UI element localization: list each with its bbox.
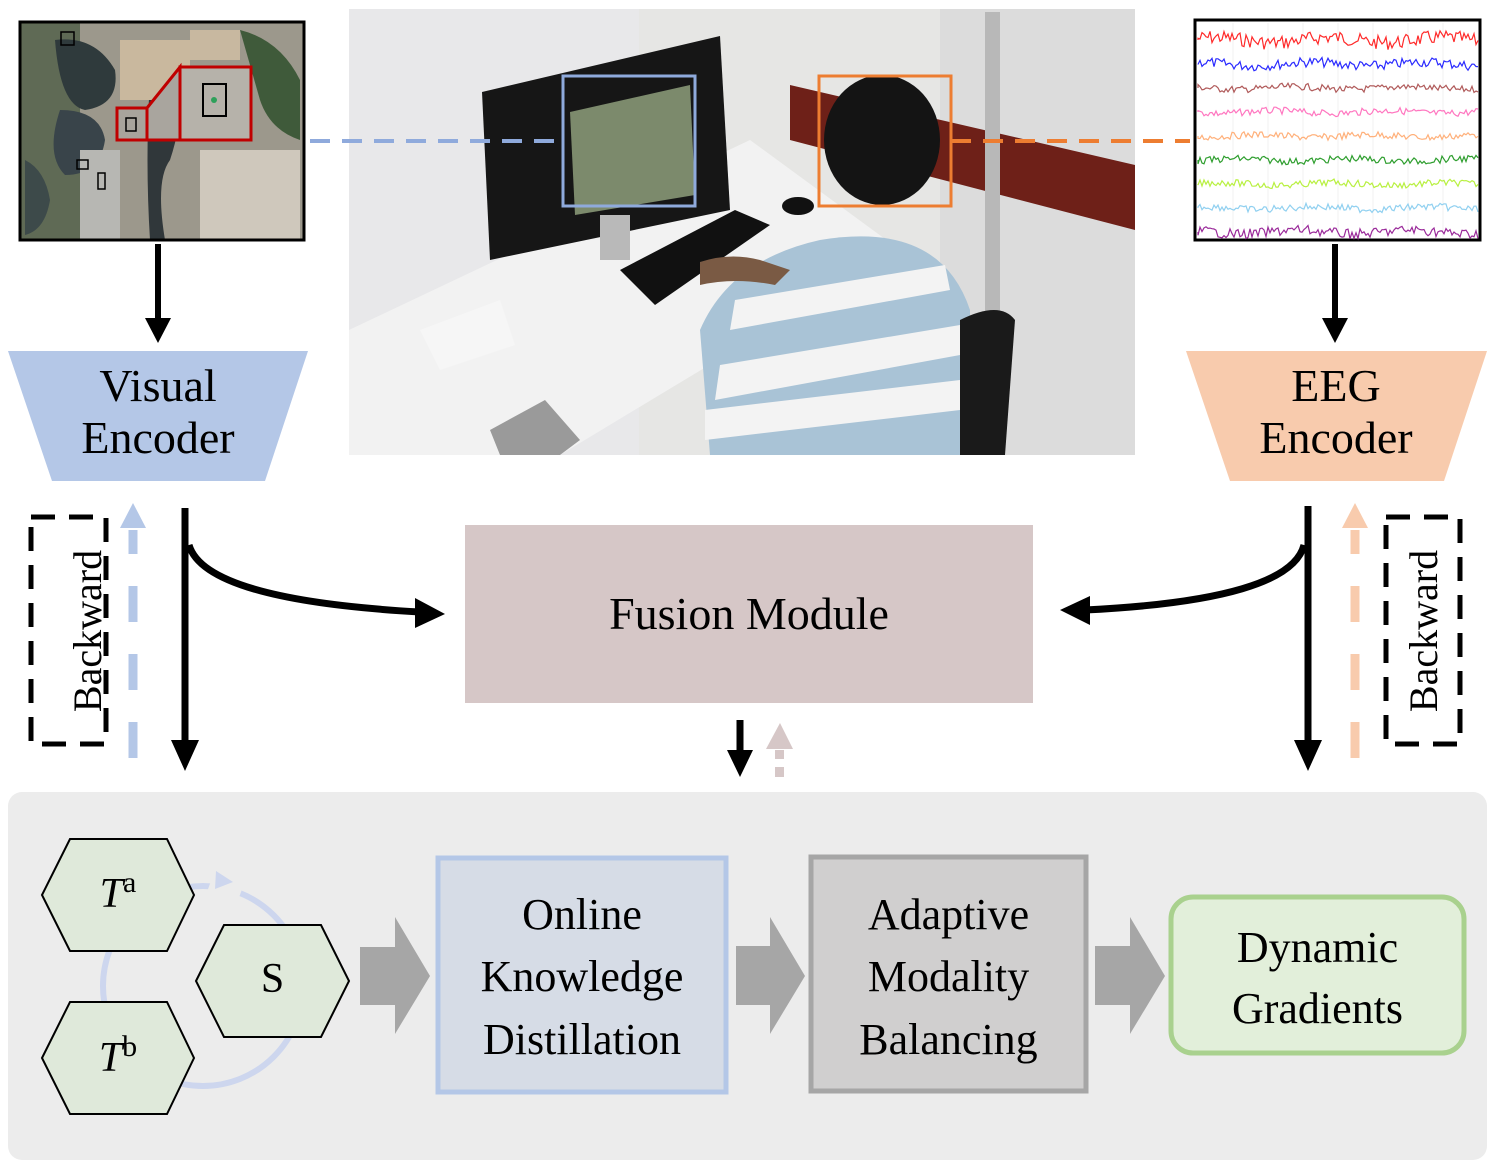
teacher-a-superscript: a xyxy=(123,866,137,899)
eeg-input-arrow xyxy=(1322,244,1348,343)
teacher-b-symbol: T xyxy=(98,1035,123,1081)
visual-forward-arrow xyxy=(171,508,445,771)
visual-encoder-line2: Encoder xyxy=(81,411,235,463)
eeg-encoder-line1: EEG xyxy=(1291,360,1381,411)
fusion-module-label: Fusion Module xyxy=(609,588,889,639)
step3-line1: Dynamic xyxy=(1236,923,1399,972)
fusion-backward-arrow xyxy=(766,723,793,777)
teacher-b-label: Tb xyxy=(42,1030,194,1082)
online-knowledge-distillation-label: Online Knowledge Distillation xyxy=(438,884,726,1071)
eeg-traces xyxy=(1193,18,1482,242)
step1-line2: Knowledge xyxy=(480,952,684,1002)
eeg-backward-arrow xyxy=(1342,503,1368,758)
visual-input-arrow xyxy=(145,244,171,343)
step1-line1: Online xyxy=(522,890,642,939)
backward-left-label: Backward xyxy=(65,549,110,713)
backward-right-label: Backward xyxy=(1401,549,1446,713)
eeg-encoder-line2: Encoder xyxy=(1259,411,1413,463)
dynamic-gradients-label: Dynamic Gradients xyxy=(1171,918,1464,1039)
eeg-encoder-label: EEG Encoder xyxy=(1208,360,1464,463)
visual-encoder-label: Visual Encoder xyxy=(30,360,286,463)
teacher-b-superscript: b xyxy=(122,1030,138,1063)
visual-backward-arrow xyxy=(120,503,146,758)
step1-line3: Distillation xyxy=(483,1014,681,1064)
adaptive-modality-balancing-label: Adaptive Modality Balancing xyxy=(811,884,1086,1071)
step3-line2: Gradients xyxy=(1231,983,1404,1033)
step2-line1: Adaptive xyxy=(867,890,1030,939)
eeg-forward-arrow xyxy=(1060,506,1322,771)
teacher-a-label: Ta xyxy=(42,866,194,918)
visual-encoder-line1: Visual xyxy=(99,360,217,411)
aerial-image xyxy=(18,20,306,242)
fusion-forward-arrow xyxy=(727,720,753,777)
step2-line3: Balancing xyxy=(859,1014,1038,1064)
step2-line2: Modality xyxy=(867,952,1030,1002)
experiment-photo xyxy=(349,9,1135,455)
teacher-a-symbol: T xyxy=(99,871,124,917)
student-label: S xyxy=(260,956,285,1002)
